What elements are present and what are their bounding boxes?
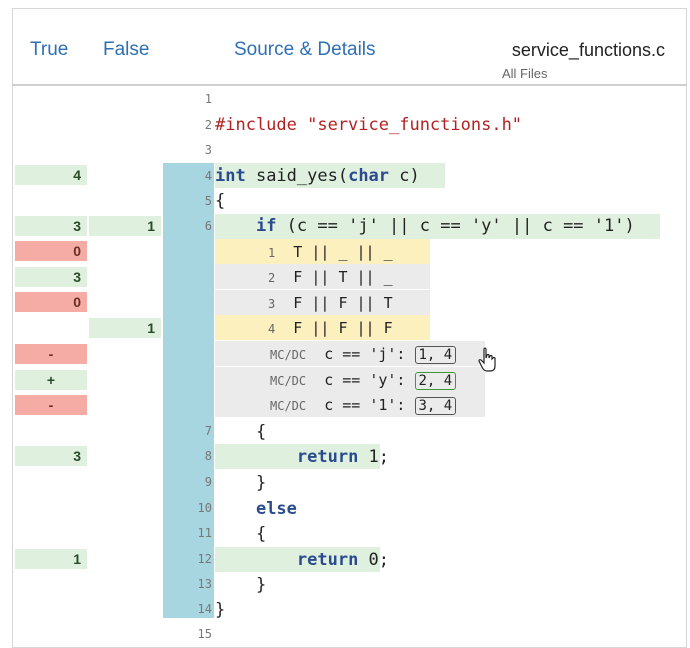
line-number: 7 — [204, 424, 212, 438]
true-count-line8: 3 — [15, 446, 87, 466]
code-line-2: #include "service_functions.h" — [215, 115, 523, 135]
line-number: 11 — [197, 526, 212, 540]
mcdc-pair-button[interactable]: 2, 4 — [414, 372, 457, 390]
code-line-14: } — [215, 600, 226, 620]
true-count-line4: 4 — [15, 165, 87, 185]
line-number: 12 — [197, 552, 212, 566]
true-count-row2: 3 — [15, 267, 87, 287]
line-number: 1 — [204, 92, 212, 106]
truth-row-1: 1 T || _ || _ — [268, 243, 393, 261]
line-number: 9 — [204, 475, 212, 489]
line-number: 4 — [204, 169, 212, 183]
file-name: service_functions.c — [511, 40, 665, 60]
column-false[interactable]: False — [103, 39, 149, 61]
file-subtitle[interactable]: All Files — [502, 66, 548, 81]
truth-row-4: 4 F || F || F — [268, 319, 393, 337]
truth-row-2: 2 F || T || _ — [268, 268, 393, 286]
code-line-11: { — [215, 524, 267, 544]
mcdc-status-2: + — [15, 370, 87, 390]
line-number: 15 — [197, 627, 212, 641]
true-count-row3: 0 — [15, 292, 87, 312]
mcdc-row-3: MC/DC c == '1': 3, 4 — [270, 393, 457, 417]
line-number: 13 — [197, 577, 212, 591]
mcdc-status-3: - — [15, 395, 87, 415]
mcdc-status-1: - — [15, 344, 87, 364]
line-number: 6 — [204, 219, 212, 233]
code-line-12: return 0; — [296, 550, 390, 570]
true-count-line6: 3 — [15, 216, 87, 236]
line-number: 14 — [197, 602, 212, 616]
code-line-10: else — [255, 499, 297, 519]
code-line-8: return 1; — [296, 447, 390, 467]
code-line-6: if (c == 'j' || c == 'y' || c == '1') — [255, 216, 635, 236]
true-count-line12: 1 — [15, 549, 87, 569]
code-line-4: int said_yes(char c) — [215, 166, 420, 186]
hand-cursor-icon — [478, 347, 496, 372]
line-number: 2 — [204, 118, 212, 132]
code-line-13: } — [215, 575, 267, 595]
code-line-9: } — [215, 473, 267, 493]
line-number: 3 — [204, 143, 212, 157]
true-count-row1: 0 — [15, 241, 87, 261]
column-true[interactable]: True — [30, 39, 68, 61]
line-number: 8 — [204, 449, 212, 463]
mcdc-pair-button[interactable]: 1, 4 — [414, 346, 457, 364]
column-source-details[interactable]: Source & Details — [234, 39, 376, 61]
truth-row-3: 3 F || F || T — [268, 294, 393, 312]
coverage-header: True False Source & Details service_func… — [12, 8, 687, 86]
code-line-7: { — [215, 422, 267, 442]
line-number: 10 — [197, 501, 212, 515]
mcdc-pair-button[interactable]: 3, 4 — [414, 397, 457, 415]
false-count-row4: 1 — [89, 318, 161, 338]
mcdc-row-2: MC/DC c == 'y': 2, 4 — [270, 368, 457, 392]
line-number: 5 — [204, 194, 212, 208]
false-count-line6: 1 — [89, 216, 161, 236]
code-line-5: { — [215, 191, 226, 211]
mcdc-row-1: MC/DC c == 'j': 1, 4 — [270, 342, 457, 366]
